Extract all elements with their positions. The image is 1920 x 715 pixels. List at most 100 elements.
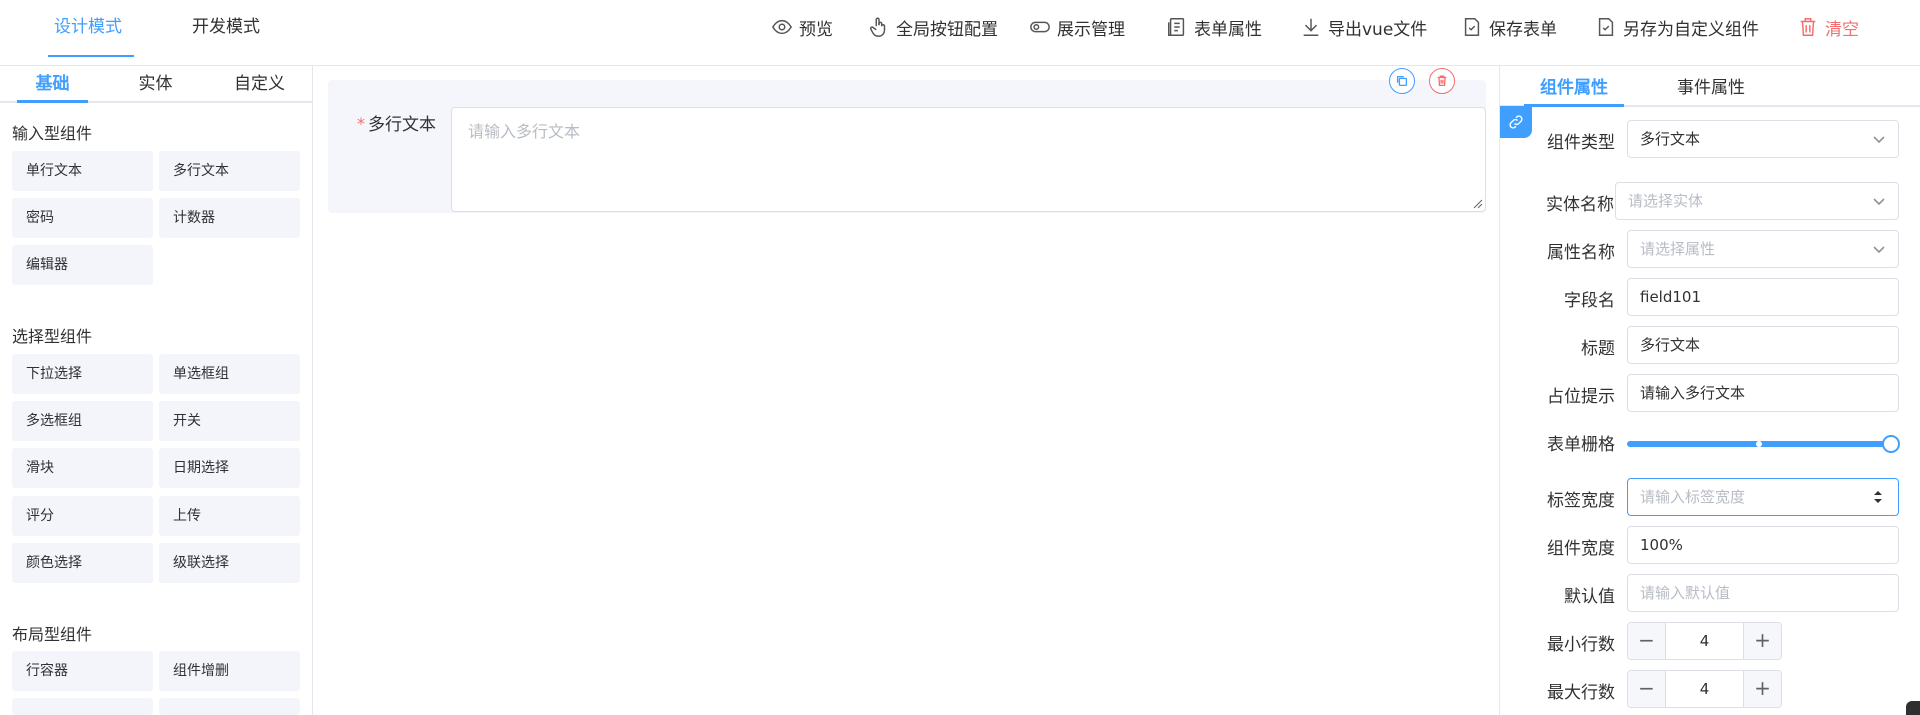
toggle-icon <box>1030 21 1050 33</box>
chevron-down-icon <box>1873 246 1885 254</box>
palette-tabs: 基础 实体 自定义 <box>0 66 312 103</box>
default-value-input[interactable]: 请输入默认值 <box>1627 574 1899 612</box>
label-min-rows: 最小行数 <box>1547 635 1615 655</box>
trash-icon <box>1800 18 1816 36</box>
increment-button[interactable]: + <box>1743 623 1781 659</box>
resize-grip-icon[interactable] <box>1473 199 1483 209</box>
tab-basic[interactable]: 基础 <box>17 66 88 102</box>
component-type-value: 多行文本 <box>1640 130 1701 148</box>
global-button-config-button[interactable]: 全局按钮配置 <box>868 14 998 40</box>
component-width-input[interactable]: 100% <box>1627 526 1899 564</box>
component-type-select[interactable]: 多行文本 <box>1627 120 1899 158</box>
component-palette: 基础 实体 自定义 输入型组件 单行文本 多行文本 密码 计数器 编辑器 选择型… <box>0 66 313 715</box>
entity-name-placeholder: 请选择实体 <box>1628 192 1704 210</box>
copy-icon <box>1396 75 1408 87</box>
decrement-button[interactable]: − <box>1628 623 1666 659</box>
default-value-placeholder: 请输入默认值 <box>1640 584 1731 602</box>
max-rows-value[interactable]: 4 <box>1666 671 1743 707</box>
max-rows-stepper[interactable]: − 4 + <box>1627 670 1782 708</box>
label-title: 标题 <box>1581 339 1615 359</box>
component-item[interactable]: 滑块 <box>12 448 153 488</box>
min-rows-stepper[interactable]: − 4 + <box>1627 622 1782 660</box>
export-vue-label: 导出vue文件 <box>1328 19 1428 40</box>
scroll-corner <box>1906 701 1920 715</box>
label-attr-name: 属性名称 <box>1547 243 1615 263</box>
tab-custom[interactable]: 自定义 <box>224 66 295 102</box>
clear-label: 清空 <box>1825 19 1859 40</box>
slider-handle[interactable] <box>1882 435 1900 453</box>
decrement-button[interactable]: − <box>1628 671 1666 707</box>
label-label-width: 标签宽度 <box>1547 491 1615 511</box>
title-value: 多行文本 <box>1640 336 1701 354</box>
component-item[interactable]: 上传 <box>159 496 300 536</box>
increment-button[interactable]: + <box>1743 671 1781 707</box>
component-item[interactable]: 评分 <box>12 496 153 536</box>
label-width-input[interactable]: 请输入标签宽度 <box>1627 478 1899 516</box>
delete-button[interactable] <box>1429 68 1455 94</box>
export-vue-button[interactable]: 导出vue文件 <box>1300 14 1427 40</box>
component-item[interactable]: 计数器 <box>159 198 300 238</box>
mode-tab-design[interactable]: 设计模式 <box>40 0 136 56</box>
chevron-down-icon <box>1873 198 1885 206</box>
save-form-button[interactable]: 保存表单 <box>1461 14 1557 40</box>
field-name-input[interactable]: field101 <box>1627 278 1899 316</box>
download-icon <box>1303 18 1319 36</box>
component-item[interactable]: 多选框组 <box>12 401 153 441</box>
tab-entity[interactable]: 实体 <box>120 66 191 102</box>
group-title-layout: 布局型组件 <box>12 625 93 644</box>
eye-icon <box>771 19 793 35</box>
field-label: 多行文本 <box>368 115 436 135</box>
mode-tab-dev[interactable]: 开发模式 <box>178 0 274 56</box>
grid-slider[interactable] <box>1627 435 1900 453</box>
label-component-width: 组件宽度 <box>1547 539 1615 559</box>
group-title-select: 选择型组件 <box>12 327 93 346</box>
textarea-input[interactable]: 请输入多行文本 <box>451 107 1486 212</box>
form-props-button[interactable]: 表单属性 <box>1166 14 1262 40</box>
component-item[interactable]: 级联选择 <box>159 543 300 583</box>
required-star: * <box>357 114 365 133</box>
component-item-partial[interactable] <box>159 698 300 715</box>
trash-icon <box>1437 75 1447 87</box>
component-item[interactable]: 日期选择 <box>159 448 300 488</box>
component-item[interactable]: 行容器 <box>12 651 153 691</box>
component-item[interactable]: 下拉选择 <box>12 354 153 394</box>
component-item[interactable]: 开关 <box>159 401 300 441</box>
title-input[interactable]: 多行文本 <box>1627 326 1899 364</box>
label-grid: 表单栅格 <box>1547 435 1615 455</box>
spin-arrows-icon[interactable] <box>1872 488 1884 506</box>
component-item[interactable]: 单行文本 <box>12 151 153 191</box>
label-entity-name: 实体名称 <box>1546 195 1614 215</box>
top-bar: 设计模式 开发模式 预览 全局按钮配置 展示管理 表单属性 导出vue文件 保存… <box>0 0 1920 66</box>
attr-name-select[interactable]: 请选择属性 <box>1627 230 1899 268</box>
save-as-custom-button[interactable]: 另存为自定义组件 <box>1595 14 1759 40</box>
component-width-value: 100% <box>1640 536 1683 554</box>
tab-component-props[interactable]: 组件属性 <box>1524 66 1624 106</box>
component-item[interactable]: 密码 <box>12 198 153 238</box>
clear-button[interactable]: 清空 <box>1797 14 1859 40</box>
component-item[interactable]: 编辑器 <box>12 245 153 285</box>
save-form-label: 保存表单 <box>1489 19 1557 40</box>
placeholder-input[interactable]: 请输入多行文本 <box>1627 374 1899 412</box>
slider-stop <box>1756 441 1762 447</box>
form-item-textarea[interactable]: * 多行文本 请输入多行文本 <box>328 80 1486 213</box>
entity-name-select[interactable]: 请选择实体 <box>1615 182 1899 220</box>
copy-button[interactable] <box>1389 68 1415 94</box>
component-item-partial[interactable] <box>12 698 153 715</box>
property-tab-underline <box>1524 104 1624 107</box>
component-item[interactable]: 颜色选择 <box>12 543 153 583</box>
component-item[interactable]: 组件增删 <box>159 651 300 691</box>
property-panel: 组件属性 事件属性 组件类型 多行文本 实体名称 请选择实体 属性名称 请选择属… <box>1499 66 1920 715</box>
field-name-value: field101 <box>1640 288 1701 306</box>
placeholder-value: 请输入多行文本 <box>1640 384 1746 402</box>
preview-button[interactable]: 预览 <box>771 14 833 40</box>
label-field-name: 字段名 <box>1564 291 1615 311</box>
mode-tab-underline <box>48 55 134 57</box>
component-item[interactable]: 单选框组 <box>159 354 300 394</box>
tab-event-props[interactable]: 事件属性 <box>1661 66 1761 106</box>
form-props-label: 表单属性 <box>1194 19 1262 40</box>
display-manage-button[interactable]: 展示管理 <box>1029 14 1125 40</box>
component-item[interactable]: 多行文本 <box>159 151 300 191</box>
min-rows-value[interactable]: 4 <box>1666 623 1743 659</box>
label-width-placeholder: 请输入标签宽度 <box>1640 488 1746 506</box>
save-document-icon <box>1464 18 1480 36</box>
